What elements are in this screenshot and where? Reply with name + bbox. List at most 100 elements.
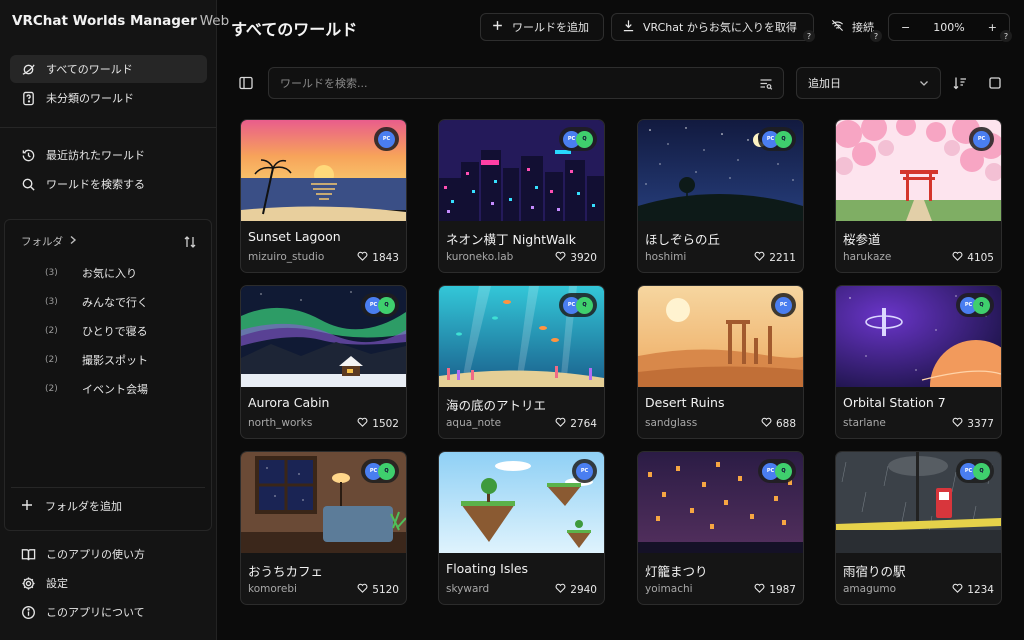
platform-badges: PC Q: [956, 293, 994, 317]
connect-help-icon[interactable]: ?: [870, 30, 882, 42]
folder-item[interactable]: (2) ひとりで寝る: [45, 323, 148, 339]
favorite-count-value: 5120: [372, 583, 399, 596]
quest-platform-badge: Q: [775, 462, 792, 480]
world-card[interactable]: PC Desert Ruins sandglass 688: [637, 285, 804, 439]
favorite-count[interactable]: 2211: [754, 251, 796, 264]
favorite-count-value: 1987: [769, 583, 796, 596]
folders-panel: フォルダ (3) お気に入り (3) みんなで行く (2) ひとりで寝る (2)…: [4, 219, 212, 531]
favorite-count[interactable]: 2764: [555, 417, 597, 430]
sort-folders-icon[interactable]: [183, 234, 197, 248]
folder-item[interactable]: (2) イベント会場: [45, 381, 148, 397]
favorite-count[interactable]: 5120: [357, 583, 399, 596]
sidebar: VRChat Worlds Manager Web すべてのワールド 未分類のワー…: [0, 0, 229, 640]
world-card[interactable]: PC Q おうちカフェ komorebi 5120: [240, 451, 407, 605]
heart-icon: [555, 417, 566, 430]
world-name: 灯籠まつり: [645, 564, 708, 579]
filter-icon[interactable]: [759, 76, 773, 90]
nav-all-worlds[interactable]: すべてのワールド: [10, 55, 207, 83]
world-card[interactable]: PC Q 灯籠まつり yoimachi 1987: [637, 451, 804, 605]
folder-item[interactable]: (3) お気に入り: [45, 265, 137, 281]
heart-icon: [357, 583, 368, 596]
search-icon: [20, 176, 36, 192]
nav-recent-worlds[interactable]: 最近訪れたワールド: [10, 141, 207, 169]
favorite-count[interactable]: 4105: [952, 251, 994, 264]
world-card[interactable]: PC Q ほしぞらの丘 hoshimi 2211: [637, 119, 804, 273]
zoom-in-button[interactable]: +: [988, 21, 997, 34]
add-folder-button[interactable]: フォルダを追加: [21, 498, 122, 514]
world-author: north_works: [248, 417, 313, 429]
add-world-button[interactable]: ワールドを追加: [480, 13, 604, 41]
world-card[interactable]: PC Floating Isles skyward 2940: [438, 451, 605, 605]
nav-unclassified-worlds[interactable]: 未分類のワールド: [10, 84, 207, 112]
fetch-favorites-label: VRChat からお気に入りを取得: [643, 21, 797, 34]
folder-item[interactable]: (3) みんなで行く: [45, 294, 148, 310]
world-card[interactable]: PC Sunset Lagoon mizuiro_studio 1843: [240, 119, 407, 273]
world-card[interactable]: PC 桜参道 harukaze 4105: [835, 119, 1002, 273]
fetch-help-icon[interactable]: ?: [803, 30, 815, 42]
chevron-right-icon: [69, 235, 77, 248]
platform-badges: PC Q: [361, 459, 399, 483]
heart-icon: [555, 583, 566, 596]
world-name: Desert Ruins: [645, 395, 725, 410]
nav-settings-label: 設定: [46, 577, 68, 590]
sort-select[interactable]: 追加日: [796, 67, 941, 99]
nav-how-to-use[interactable]: このアプリの使い方: [10, 540, 207, 568]
favorite-count[interactable]: 1987: [754, 583, 796, 596]
world-card[interactable]: PC Q ネオン横丁 NightWalk kuroneko.lab 3920: [438, 119, 605, 273]
planet-icon: [20, 61, 36, 77]
nav-all-worlds-label: すべてのワールド: [46, 63, 133, 76]
download-icon: [622, 19, 635, 35]
platform-badges: PC Q: [758, 127, 796, 151]
fetch-favorites-button[interactable]: VRChat からお気に入りを取得: [611, 13, 814, 41]
folder-item[interactable]: (2) 撮影スポット: [45, 352, 148, 368]
quest-platform-badge: Q: [576, 296, 593, 314]
world-card[interactable]: PC Q Orbital Station 7 starlane 3377: [835, 285, 1002, 439]
sort-direction-icon[interactable]: [952, 75, 968, 91]
favorite-count-value: 1234: [967, 583, 994, 596]
nav-settings[interactable]: 設定: [10, 569, 207, 597]
favorite-count[interactable]: 3377: [952, 417, 994, 430]
folders-toggle[interactable]: フォルダ: [21, 234, 77, 249]
zoom-help-icon[interactable]: ?: [1000, 30, 1012, 42]
world-card[interactable]: PC Q 雨宿りの駅 amagumo 1234: [835, 451, 1002, 605]
chevron-down-icon: [919, 77, 929, 90]
nav-search-worlds[interactable]: ワールドを検索する: [10, 170, 207, 198]
world-name: 桜参道: [843, 232, 881, 247]
favorite-count[interactable]: 688: [761, 417, 796, 430]
folder-label: 撮影スポット: [82, 354, 148, 367]
search-input[interactable]: [269, 68, 783, 98]
quest-platform-badge: Q: [576, 130, 593, 148]
platform-badges: PC: [572, 459, 597, 483]
world-author: kuroneko.lab: [446, 251, 514, 263]
world-name: 海の底のアトリエ: [446, 398, 547, 413]
world-card[interactable]: PC Q Aurora Cabin north_works 1502: [240, 285, 407, 439]
nav-search-label: ワールドを検索する: [46, 178, 145, 191]
select-mode-checkbox[interactable]: [987, 75, 1003, 91]
favorite-count[interactable]: 1234: [952, 583, 994, 596]
favorite-count[interactable]: 1502: [357, 417, 399, 430]
heart-icon: [357, 417, 368, 430]
world-name: ネオン横丁 NightWalk: [446, 232, 576, 247]
pc-platform-badge: PC: [576, 462, 593, 480]
platform-badges: PC Q: [559, 293, 597, 317]
world-card[interactable]: PC Q 海の底のアトリエ aqua_note 2764: [438, 285, 605, 439]
favorite-count[interactable]: 1843: [357, 251, 399, 264]
favorite-count-value: 2940: [570, 583, 597, 596]
world-author: mizuiro_studio: [248, 251, 325, 263]
platform-badges: PC Q: [956, 459, 994, 483]
plus-icon: [491, 19, 504, 35]
folder-count: (2): [45, 355, 58, 365]
pc-platform-badge: PC: [973, 130, 990, 148]
nav-about[interactable]: このアプリについて: [10, 598, 207, 626]
favorite-count-value: 4105: [967, 251, 994, 264]
sidebar-toggle-icon[interactable]: [238, 75, 254, 91]
zoom-out-button[interactable]: −: [901, 21, 910, 34]
file-question-icon: [20, 90, 36, 106]
world-name: Aurora Cabin: [248, 395, 330, 410]
disconnected-icon: [831, 19, 844, 35]
quest-platform-badge: Q: [775, 130, 792, 148]
favorite-count[interactable]: 2940: [555, 583, 597, 596]
sidebar-divider: [0, 127, 216, 128]
world-name: おうちカフェ: [248, 564, 324, 579]
favorite-count[interactable]: 3920: [555, 251, 597, 264]
